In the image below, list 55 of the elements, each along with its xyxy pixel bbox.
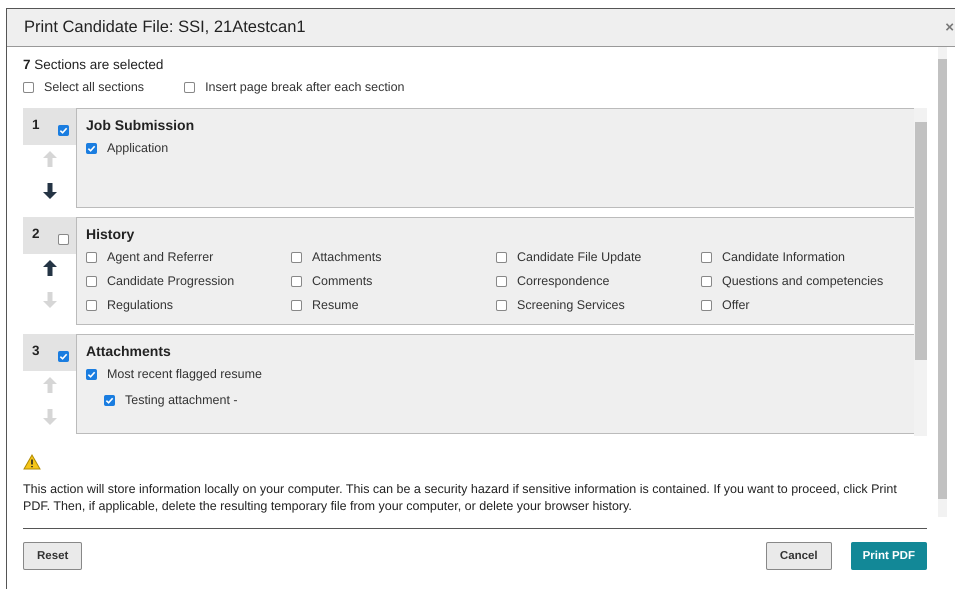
section-title: Job Submission [86,117,196,133]
checkbox[interactable] [291,300,302,310]
section-item-label: Agent and Referrer [107,250,214,264]
close-button[interactable]: × [945,19,955,36]
checkbox[interactable] [58,125,69,136]
checkbox[interactable] [496,276,507,286]
section-item-label: Questions and competencies [722,274,884,288]
checkbox[interactable] [86,300,97,310]
checkbox[interactable] [291,252,302,262]
section-title: History [86,226,136,242]
checkbox[interactable] [23,82,34,92]
warning-message: This action will store information locally on your computer. This can be a security hazard if sensitive information is contained. If you want to proceed, click Print PDF. Then, if applicable, delete the resulting temporary file from your computer, or delete your browser history. [23,481,898,515]
section-item-label: Resume [312,298,359,312]
warning-icon [23,454,41,470]
section-number: 2 [32,226,40,241]
checkbox[interactable] [86,368,97,380]
section-item-label: Testing attachment - [125,393,238,407]
checkbox[interactable] [701,276,712,286]
option-label: Insert page break after each section [205,80,404,94]
reset-button[interactable]: Reset [23,542,82,570]
checkbox[interactable] [184,82,196,92]
checkbox[interactable] [86,276,97,286]
section-item-label: Candidate File Update [517,250,642,264]
checkbox[interactable] [701,252,712,262]
section-title: Attachments [86,343,172,359]
checkbox[interactable] [496,300,507,310]
selection-summary: 7 Sections are selected [23,57,164,72]
checkbox[interactable] [291,276,302,286]
up-arrow-icon[interactable] [42,260,56,276]
down-arrow-icon[interactable] [42,183,56,199]
cancel-button[interactable]: Cancel [766,542,832,570]
section-number: 3 [32,343,40,358]
section-number: 1 [32,117,40,132]
scrollbar[interactable] [914,108,927,436]
checkbox[interactable] [86,252,97,262]
checkbox[interactable] [104,394,115,406]
section-item-label: Attachments [312,250,382,264]
option-label: Select all sections [44,80,144,94]
section-item-label: Candidate Information [722,250,845,264]
checkbox[interactable] [58,351,69,362]
dialog-title: Print Candidate File: SSI, 21Atestcan1 [24,18,306,37]
section-item-label: Candidate Progression [107,274,234,288]
section-item-label: Most recent flagged resume [107,367,262,381]
checkbox[interactable] [86,142,97,154]
section-item-label: Correspondence [517,274,610,288]
checkbox[interactable] [701,300,712,310]
section-item-label: Offer [722,298,750,312]
section-item-label: Application [107,141,168,155]
section-item-label: Screening Services [517,298,625,312]
print-button[interactable]: Print PDF [850,542,927,570]
section-item-label: Comments [312,274,372,288]
scrollbar[interactable] [938,47,947,517]
checkbox[interactable] [58,234,69,245]
section-item-label: Regulations [107,298,174,312]
checkbox[interactable] [496,252,507,262]
